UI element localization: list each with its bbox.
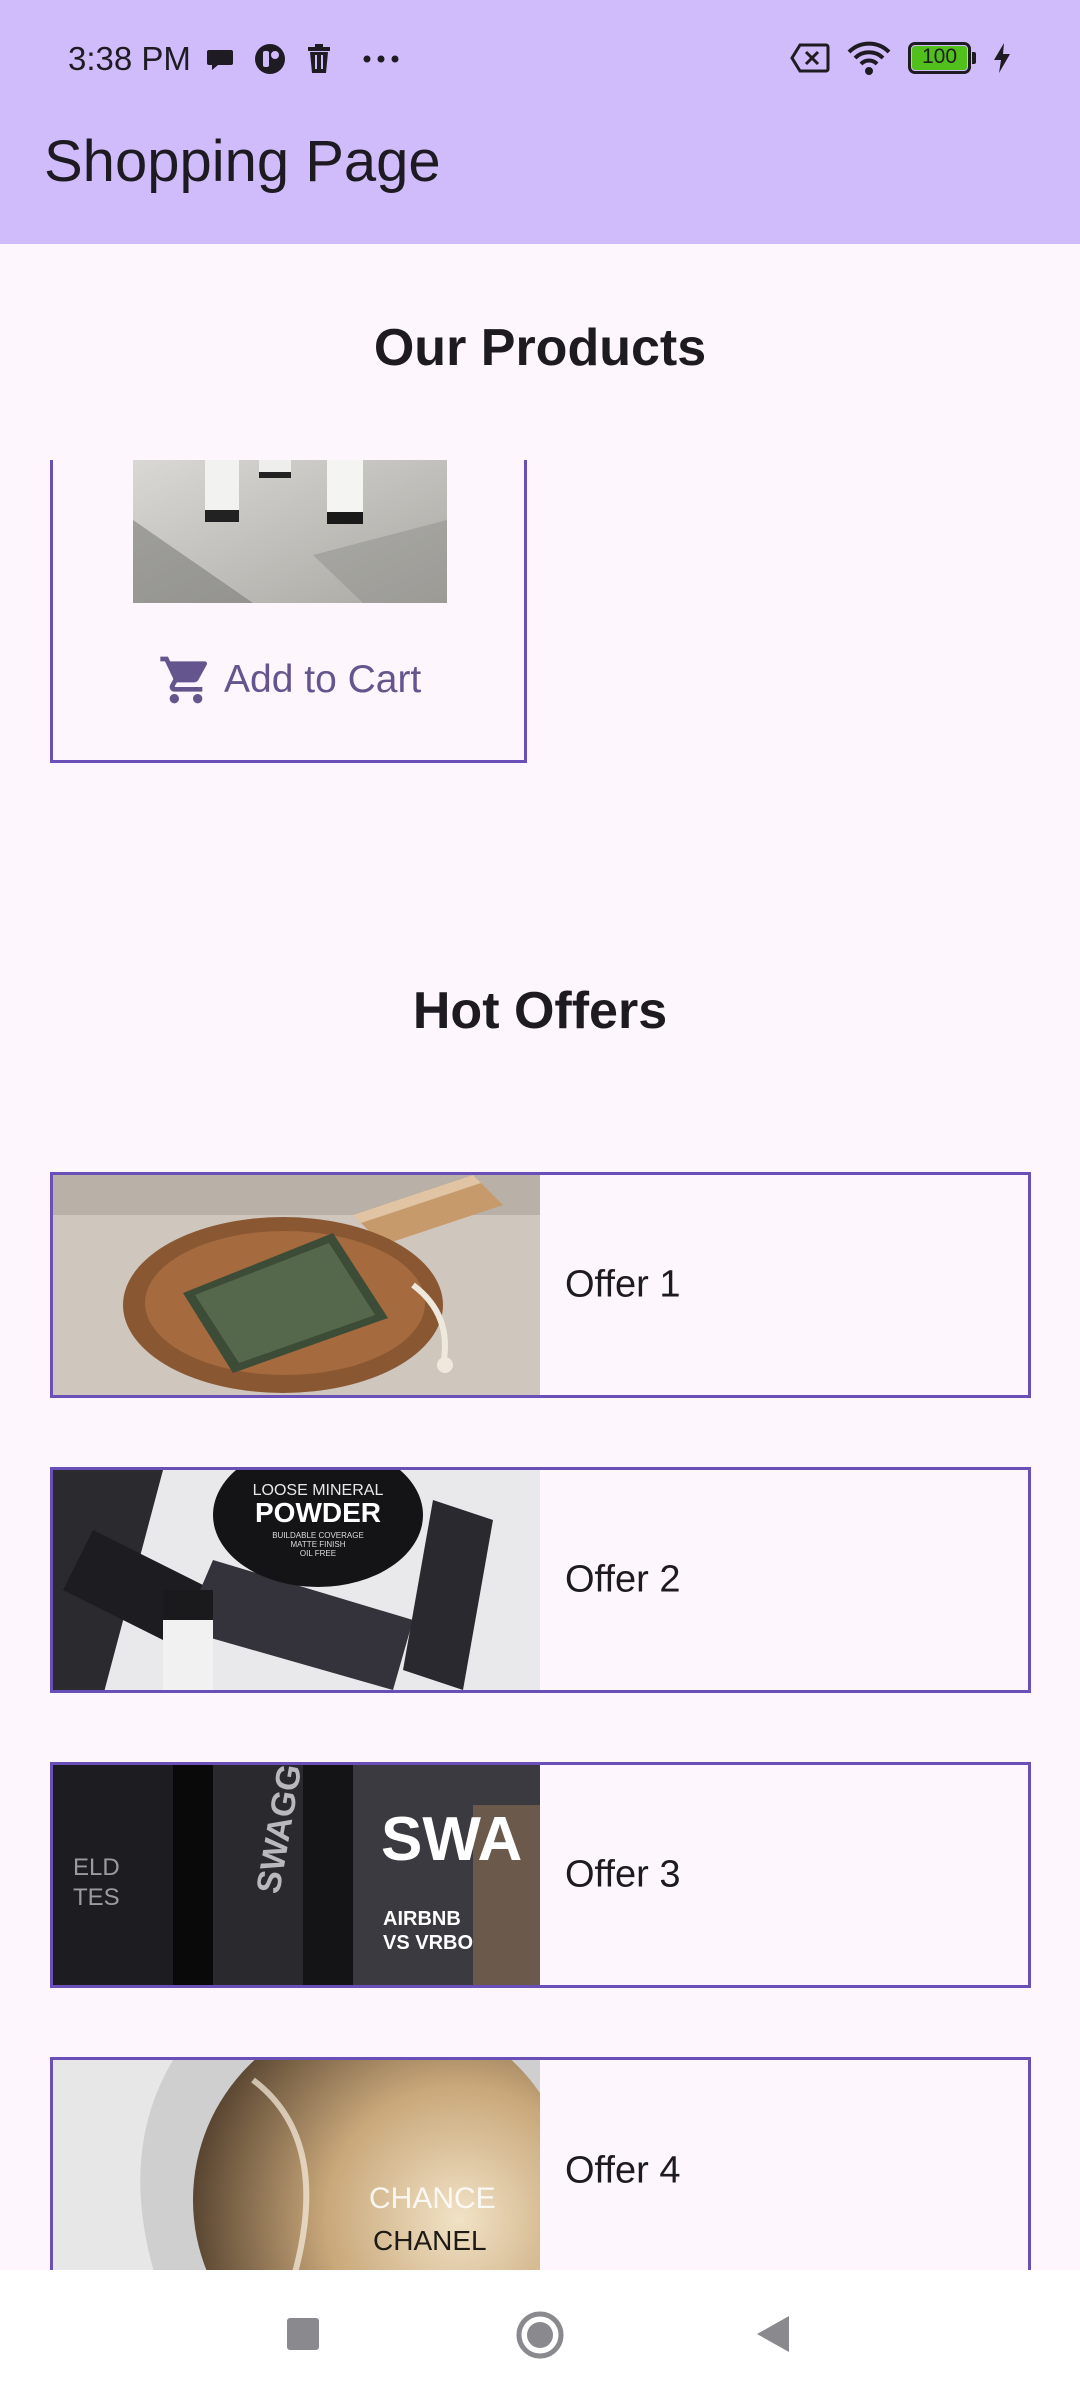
image-text: BUILDABLE COVERAGE: [272, 1531, 364, 1540]
battery-icon: 100: [908, 42, 976, 74]
offer-card[interactable]: ELD TES SWAGG SWA AIRBNB VS VRBO Offer 3: [50, 1762, 1031, 1988]
system-nav-bar: [0, 2270, 1080, 2400]
image-text: SWA: [381, 1805, 522, 1874]
status-time: 3:38 PM: [68, 40, 191, 77]
home-circle-icon: [516, 2311, 564, 2359]
battery-level: 100: [921, 45, 958, 68]
image-text: OIL FREE: [300, 1549, 336, 1558]
offer-card[interactable]: CHANCE CHANEL Offer 4: [50, 2057, 1031, 2297]
products-section-title: Our Products: [373, 319, 707, 377]
product-image: [133, 460, 447, 603]
image-text: CHANCE: [369, 2182, 496, 2215]
offer-card[interactable]: LOOSE MINERAL POWDER BUILDABLE COVERAGE …: [50, 1467, 1031, 1693]
offer-label: Offer 4: [565, 2149, 681, 2192]
page-title: Shopping Page: [44, 129, 441, 194]
offer-label: Offer 2: [565, 1558, 681, 1601]
offer-image-soap: [53, 1175, 540, 1395]
product-card[interactable]: Add to Cart: [50, 460, 527, 763]
image-text: TES: [73, 1884, 120, 1911]
home-button[interactable]: [515, 2310, 565, 2364]
offers-section-title: Hot Offers: [412, 982, 668, 1040]
top-app-bar: 3:38 PM 100 Shopping Page: [0, 0, 1080, 244]
status-bar: 3:38 PM 100: [0, 0, 1080, 120]
recents-button[interactable]: [285, 2316, 321, 2356]
image-text: AIRBNB: [383, 1908, 461, 1930]
no-sim-icon: [790, 43, 830, 73]
chat-bubble-icon: [207, 50, 233, 70]
image-text: POWDER: [255, 1497, 381, 1528]
offer-label: Offer 1: [565, 1263, 681, 1306]
image-text: ELD: [73, 1854, 120, 1881]
image-text: MATTE FINISH: [291, 1540, 346, 1549]
add-to-cart-label: Add to Cart: [224, 658, 422, 701]
recents-square-icon: [287, 2318, 319, 2350]
trash-icon: [308, 44, 330, 73]
wifi-icon: [847, 41, 891, 75]
back-triangle-icon: [757, 2316, 789, 2352]
status-notification-icons: [205, 42, 401, 76]
offer-image-perfume: CHANCE CHANEL: [53, 2060, 540, 2294]
image-text: CHANEL: [373, 2225, 487, 2256]
more-dots-icon: [363, 55, 399, 63]
offer-label: Offer 3: [565, 1853, 681, 1896]
offer-image-grooming: ELD TES SWAGG SWA AIRBNB VS VRBO: [53, 1765, 540, 1985]
shopping-cart-icon: [160, 656, 208, 704]
offer-card[interactable]: Offer 1: [50, 1172, 1031, 1398]
add-to-cart-button[interactable]: Add to Cart: [158, 652, 421, 708]
charging-bolt-icon: [994, 43, 1010, 73]
back-button[interactable]: [755, 2314, 791, 2358]
app-icon: [255, 44, 285, 74]
status-system-icons: 100: [790, 40, 1012, 76]
offer-image-cosmetics: LOOSE MINERAL POWDER BUILDABLE COVERAGE …: [53, 1470, 540, 1690]
image-text: VS VRBO: [383, 1932, 473, 1954]
